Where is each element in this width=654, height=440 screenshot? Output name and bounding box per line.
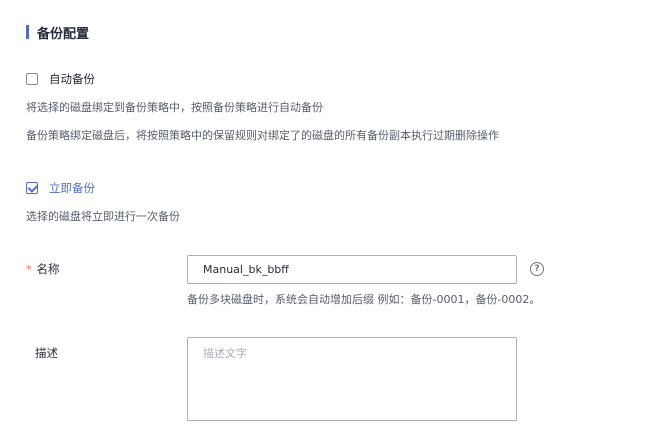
description-textarea[interactable] (187, 337, 517, 421)
required-mark: * (26, 263, 32, 276)
description-field-label: 描述 (35, 346, 58, 360)
auto-backup-label[interactable]: 自动备份 (49, 71, 95, 87)
question-circle-icon[interactable]: ? (530, 262, 544, 276)
instant-backup-checkbox[interactable] (26, 182, 38, 194)
name-label-text: 名称 (36, 262, 60, 276)
name-field-hint: 备份多块磁盘时，系统会自动增加后缀 例如：备份-0001，备份-0002。 (187, 293, 541, 306)
section-accent-bar (26, 25, 29, 39)
instant-backup-checkbox-row[interactable]: 立即备份 (26, 180, 95, 196)
section-header: 备份配置 (26, 24, 90, 42)
name-field-label: * 名称 (26, 261, 60, 277)
backup-config-panel: 备份配置 自动备份 将选择的磁盘绑定到备份策略中，按照备份策略进行自动备份 备份… (0, 0, 654, 440)
auto-backup-checkbox[interactable] (26, 73, 38, 85)
auto-backup-checkbox-row[interactable]: 自动备份 (26, 71, 95, 87)
auto-backup-description: 将选择的磁盘绑定到备份策略中，按照备份策略进行自动备份 (26, 101, 323, 114)
auto-backup-retention-note: 备份策略绑定磁盘后，将按照策略中的保留规则对绑定了的磁盘的所有备份副本执行过期删… (26, 129, 499, 142)
instant-backup-description: 选择的磁盘将立即进行一次备份 (26, 210, 180, 223)
section-title: 备份配置 (37, 26, 90, 42)
instant-backup-label[interactable]: 立即备份 (49, 180, 95, 196)
backup-name-input[interactable] (187, 255, 517, 284)
